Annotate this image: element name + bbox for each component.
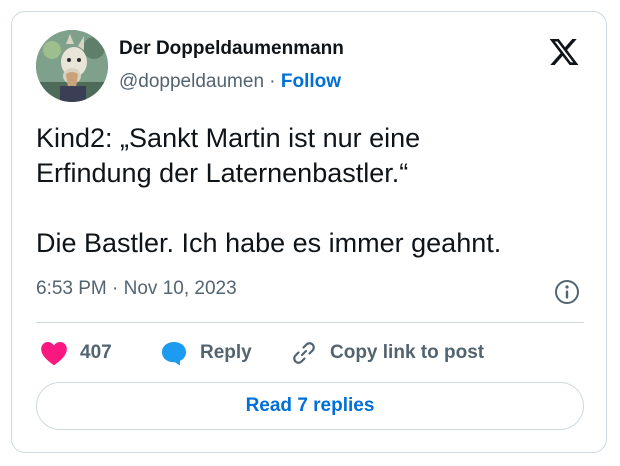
author-handle-row: @doppeldaumen · Follow [119, 71, 341, 93]
author-handle[interactable]: @doppeldaumen [119, 71, 264, 92]
heart-icon [41, 342, 67, 366]
copy-link-button[interactable]: Copy link to post [290, 338, 484, 368]
speech-bubble-icon [162, 342, 186, 366]
reply-label: Reply [200, 342, 252, 363]
copy-link-label: Copy link to post [330, 342, 485, 363]
tweet-text: Kind2: „Sankt Martin ist nur eine Erfind… [36, 123, 502, 258]
handle-separator: · [269, 71, 276, 92]
info-icon[interactable] [553, 278, 581, 306]
link-icon [293, 342, 315, 364]
divider [36, 322, 584, 323]
tweet-timestamp[interactable]: 6:53 PM · Nov 10, 2023 [36, 278, 237, 300]
avatar[interactable] [36, 30, 108, 102]
author-display-name[interactable]: Der Doppeldaumenmann [119, 38, 344, 60]
like-button[interactable]: 407 [40, 338, 112, 368]
x-logo-icon[interactable] [548, 36, 580, 68]
reply-button[interactable]: Reply [160, 338, 252, 368]
follow-link[interactable]: Follow [281, 71, 341, 92]
like-count: 407 [80, 342, 112, 363]
read-replies-button[interactable]: Read 7 replies [36, 382, 584, 430]
embedded-tweet-card: Der Doppeldaumenmann @doppeldaumen · Fol… [11, 11, 607, 453]
